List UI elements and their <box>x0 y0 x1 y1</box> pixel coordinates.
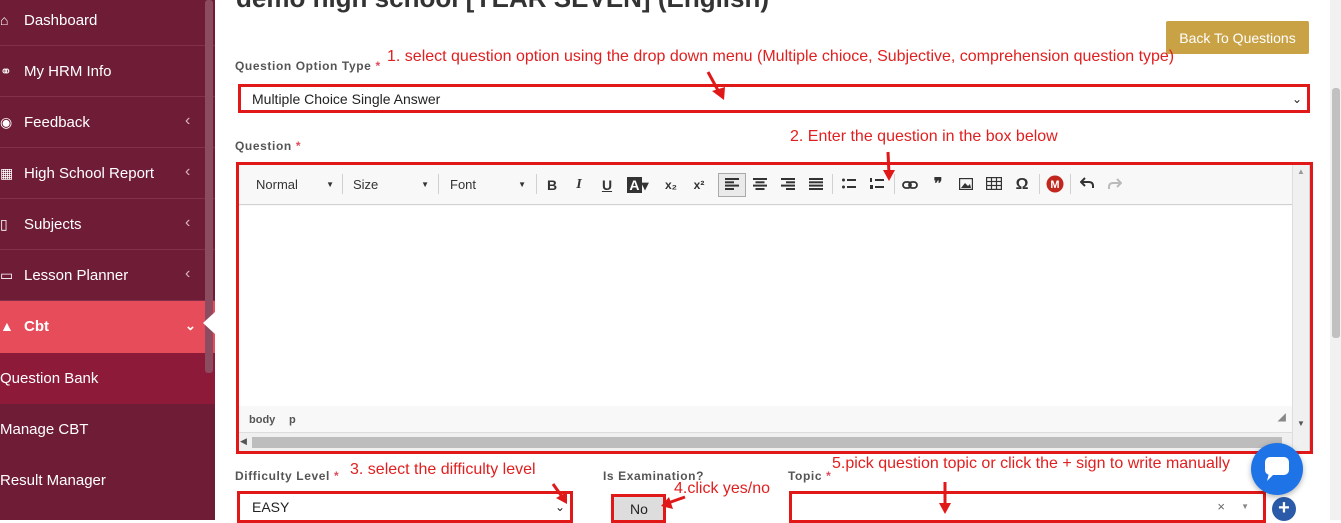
sidebar-item-feedback[interactable]: ◉ Feedback ‹ <box>0 97 215 148</box>
sidebar-item-subjects[interactable]: ▯ Subjects ‹ <box>0 199 215 250</box>
sidebar-item-lesson-planner[interactable]: ▭ Lesson Planner ‹ <box>0 250 215 301</box>
home-icon: ⌂ <box>0 12 9 28</box>
annotation-step1: 1. select question option using the drop… <box>387 48 1175 65</box>
sidebar-item-label: Lesson Planner <box>24 267 129 284</box>
annotation-box-step5 <box>789 491 1266 523</box>
sidebar-subitem-label: Question Bank <box>0 370 99 387</box>
add-topic-button[interactable]: + <box>1272 497 1296 521</box>
annotation-step4: 4.click yes/no <box>674 480 771 497</box>
chevron-left-icon: ‹ <box>185 214 191 231</box>
question-option-type-label: Question Option Type * <box>235 59 381 73</box>
page-scroll-thumb[interactable] <box>1332 88 1340 338</box>
active-indicator <box>203 312 215 334</box>
user-icon: ⚭ <box>0 63 12 79</box>
sidebar-subitem-question-bank[interactable]: Question Bank <box>0 353 215 404</box>
sidebar-item-label: Feedback <box>24 114 90 131</box>
difficulty-level-label: Difficulty Level * <box>235 469 339 483</box>
annotation-step3: 3. select the difficulty level <box>350 461 536 478</box>
sidebar-item-high-school-report[interactable]: ▦ High School Report ‹ <box>0 148 215 199</box>
chat-button[interactable] <box>1251 443 1303 495</box>
label-text: Question <box>235 139 292 153</box>
label-text: Difficulty Level <box>235 469 330 483</box>
tablet-icon: ▭ <box>0 267 14 283</box>
sidebar-item-label: Subjects <box>24 216 82 233</box>
sidebar-subitem-manage-cbt[interactable]: Manage CBT <box>0 404 215 455</box>
annotation-step2: 2. Enter the question in the box below <box>790 128 1058 145</box>
book-icon: ▯ <box>0 216 8 232</box>
label-text: Question Option Type <box>235 59 372 73</box>
sidebar-item-dashboard[interactable]: ⌂ Dashboard <box>0 0 215 46</box>
required-marker: * <box>375 59 381 73</box>
sidebar-subitem-label: Result Manager <box>0 472 106 489</box>
comments-icon: ◉ <box>0 114 13 130</box>
graduation-cap-icon: ▲ <box>0 318 14 334</box>
page-title: demo high school [YEAR SEVEN] (English) <box>236 0 769 14</box>
sidebar-subitem-label: Manage CBT <box>0 421 89 438</box>
chat-bubble-icon <box>1265 457 1289 481</box>
chevron-left-icon: ‹ <box>185 265 191 282</box>
annotation-box-step3 <box>237 491 573 523</box>
back-to-questions-button[interactable]: Back To Questions <box>1166 21 1309 54</box>
annotation-box-step2 <box>236 162 1313 454</box>
sidebar-item-label: My HRM Info <box>24 63 112 80</box>
topic-label: Topic * <box>788 469 831 483</box>
sidebar-subitem-result-manager[interactable]: Result Manager <box>0 455 215 506</box>
required-marker: * <box>333 469 340 483</box>
chevron-left-icon: ‹ <box>185 112 191 129</box>
table-icon: ▦ <box>0 165 14 181</box>
required-marker: * <box>295 139 302 153</box>
sidebar-item-cbt[interactable]: ▲ Cbt ⌄ <box>0 301 215 353</box>
sidebar-item-label: High School Report <box>24 165 155 182</box>
sidebar-item-my-hrm-info[interactable]: ⚭ My HRM Info <box>0 46 215 97</box>
annotation-box-step1 <box>238 84 1310 113</box>
sidebar: ⌂ Dashboard ⚭ My HRM Info ◉ Feedback ‹ ▦… <box>0 0 215 520</box>
chevron-down-icon: ⌄ <box>185 318 196 333</box>
required-marker: * <box>826 469 832 483</box>
question-label: Question * <box>235 139 301 153</box>
label-text: Topic <box>788 469 823 483</box>
chevron-left-icon: ‹ <box>185 163 191 180</box>
sidebar-item-label: Dashboard <box>24 12 98 29</box>
sidebar-item-label: Cbt <box>24 318 49 335</box>
annotation-step5: 5.pick question topic or click the + sig… <box>832 455 1230 472</box>
annotation-box-step4 <box>611 494 666 523</box>
